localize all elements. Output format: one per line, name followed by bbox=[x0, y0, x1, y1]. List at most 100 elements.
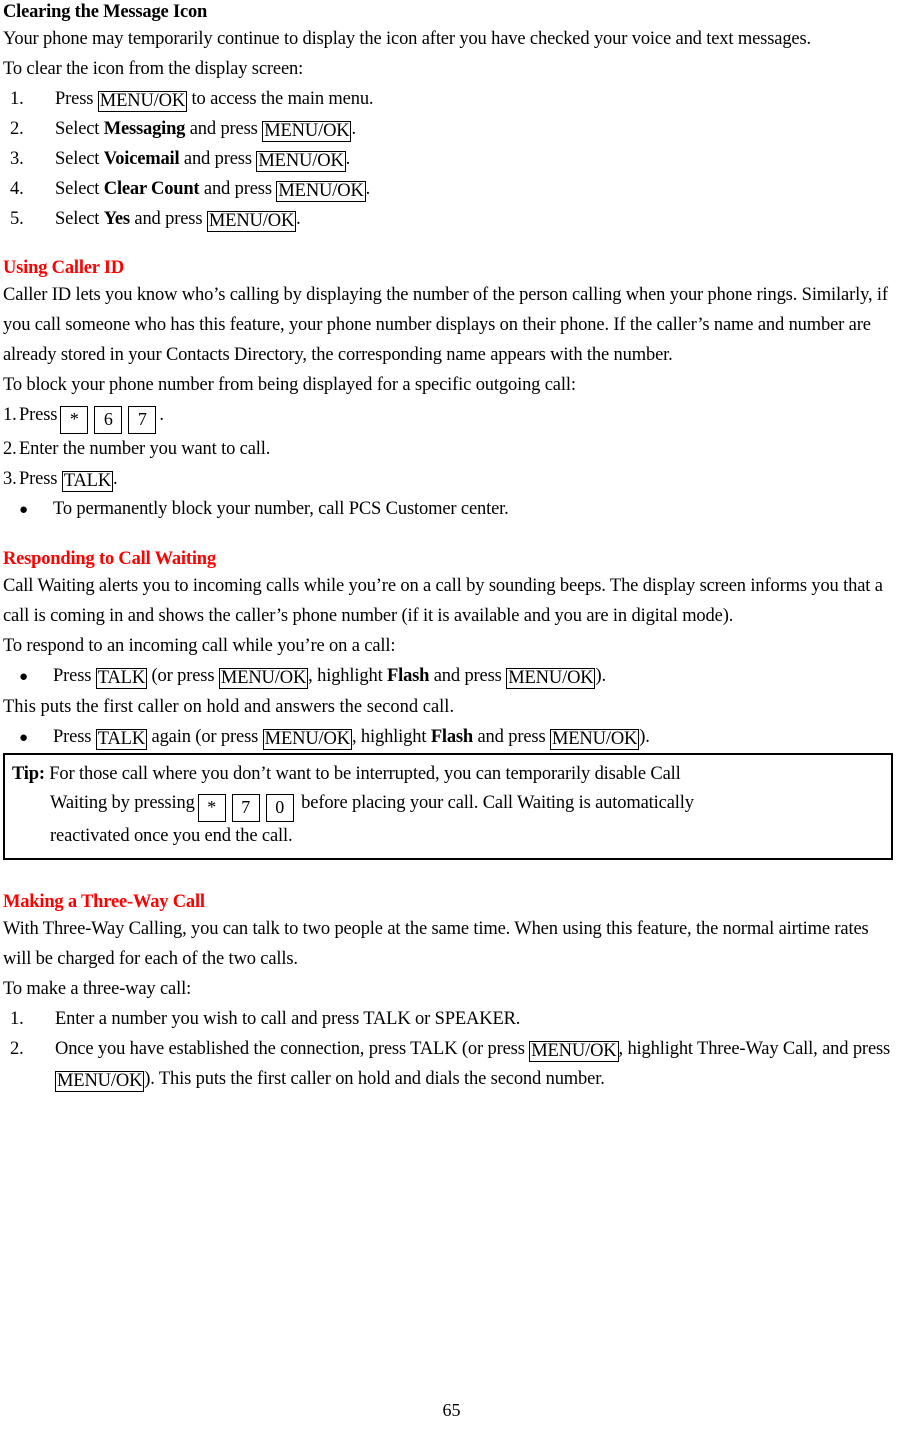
bullet-text-p1: Press bbox=[53, 666, 96, 686]
key-menu-ok[interactable]: MENU/OK bbox=[262, 729, 352, 750]
step-text-pre: Select bbox=[55, 149, 104, 169]
paragraph-hold-first-caller: This puts the first caller on hold and a… bbox=[3, 697, 455, 717]
menu-option-yes: Yes bbox=[103, 209, 130, 229]
keypad-key-6[interactable]: 6 bbox=[94, 406, 123, 434]
list-item-text: Select Yes and press MENU/OK. bbox=[55, 204, 893, 234]
step-text-mid: and press bbox=[129, 209, 207, 229]
bullet-text: Press TALK (or press MENU/OK, highlight … bbox=[53, 661, 893, 691]
keypad-key-0[interactable]: 0 bbox=[265, 794, 294, 822]
list-marker: 1. bbox=[10, 1009, 24, 1029]
key-talk[interactable]: TALK bbox=[95, 668, 148, 689]
menu-option-voicemail: Voicemail bbox=[103, 149, 180, 169]
keypad-key-7[interactable]: 7 bbox=[231, 794, 260, 822]
step-text-p1: Once you have established the connection… bbox=[55, 1039, 530, 1059]
step-text-mid: and press bbox=[179, 149, 257, 169]
key-menu-ok[interactable]: MENU/OK bbox=[549, 729, 640, 750]
page-content: Clearing the Message Icon Your phone may… bbox=[3, 0, 893, 1094]
heading-responding-to-call-waiting: Responding to Call Waiting bbox=[3, 549, 216, 569]
key-menu-ok[interactable]: MENU/OK bbox=[256, 151, 346, 172]
step-text-pre: Select bbox=[55, 119, 104, 139]
tip-callout-box: Tip: For those call where you don’t want… bbox=[3, 753, 893, 860]
tip-label: Tip: bbox=[12, 764, 45, 784]
bullet-icon: ● bbox=[19, 502, 28, 518]
list-item-text: Select Messaging and press MENU/OK. bbox=[55, 114, 893, 144]
step-text-pre: Press bbox=[55, 89, 98, 109]
list-item-text: Press MENU/OK to access the main menu. bbox=[55, 84, 893, 114]
list-item-clearing-3: 3. Select Voicemail and press MENU/OK. bbox=[3, 144, 893, 174]
step-text-p3: ). This puts the first caller on hold an… bbox=[144, 1069, 605, 1089]
heading-clearing-message-icon: Clearing the Message Icon bbox=[3, 2, 208, 22]
key-menu-ok[interactable]: MENU/OK bbox=[55, 1071, 145, 1092]
step-text-post: . bbox=[351, 119, 356, 139]
bullet-item-switch-back: ● Press TALK again (or press MENU/OK, hi… bbox=[3, 722, 893, 753]
key-talk[interactable]: TALK bbox=[95, 729, 148, 750]
list-marker: 3. bbox=[10, 149, 24, 169]
paragraph-call-waiting-intro: Call Waiting alerts you to incoming call… bbox=[3, 576, 883, 626]
keypad-key-7[interactable]: 7 bbox=[128, 406, 157, 434]
list-item-text: Select Voicemail and press MENU/OK. bbox=[55, 144, 893, 174]
list-item-text: Select Clear Count and press MENU/OK. bbox=[55, 174, 893, 204]
menu-option-flash: Flash bbox=[430, 727, 474, 747]
menu-option-messaging: Messaging bbox=[103, 119, 186, 139]
paragraph-caller-id-intro: Caller ID lets you know who’s calling by… bbox=[3, 285, 888, 365]
step-text-mid: and press bbox=[199, 179, 277, 199]
document-page: Clearing the Message Icon Your phone may… bbox=[0, 0, 903, 1430]
list-marker: 2. bbox=[10, 119, 24, 139]
list-marker: 1. bbox=[10, 89, 24, 109]
step-text-p2: , highlight Three-Way Call, and press bbox=[618, 1039, 891, 1059]
step-text-post: . bbox=[345, 149, 351, 169]
list-marker: 3. bbox=[3, 469, 17, 489]
paragraph-call-waiting-lead-in: To respond to an incoming call while you… bbox=[3, 636, 396, 656]
key-menu-ok[interactable]: MENU/OK bbox=[206, 211, 297, 232]
key-menu-ok[interactable]: MENU/OK bbox=[506, 668, 596, 689]
list-marker: 4. bbox=[10, 179, 24, 199]
bullet-text-p3: , highlight bbox=[308, 666, 388, 686]
list-item-text: Once you have established the connection… bbox=[55, 1034, 893, 1094]
list-marker: 5. bbox=[10, 209, 24, 229]
key-menu-ok[interactable]: MENU/OK bbox=[97, 91, 188, 112]
list-item-text: Press TALK. bbox=[19, 464, 893, 494]
step-text-post: . bbox=[159, 405, 164, 425]
paragraph-clearing-lead-in: To clear the icon from the display scree… bbox=[3, 59, 304, 79]
paragraph-clearing-intro: Your phone may temporarily continue to d… bbox=[3, 29, 812, 49]
menu-option-clear-count: Clear Count bbox=[103, 179, 200, 199]
bullet-text: To permanently block your number, call P… bbox=[53, 499, 509, 519]
list-marker: 2. bbox=[3, 439, 17, 459]
key-talk[interactable]: TALK bbox=[61, 471, 114, 492]
heading-making-three-way-call: Making a Three-Way Call bbox=[3, 892, 205, 912]
list-item-clearing-5: 5. Select Yes and press MENU/OK. bbox=[3, 204, 893, 234]
list-item-clearing-1: 1. Press MENU/OK to access the main menu… bbox=[3, 84, 893, 114]
tip-text-2-pre: Waiting by pressing bbox=[50, 793, 195, 813]
step-text-pre: Press bbox=[19, 405, 58, 425]
key-menu-ok[interactable]: MENU/OK bbox=[218, 668, 309, 689]
bullet-icon: ● bbox=[19, 669, 28, 685]
step-text-mid: and press bbox=[185, 119, 263, 139]
step-text-pre: Select bbox=[55, 209, 104, 229]
keypad-key-star[interactable]: * bbox=[60, 406, 89, 434]
key-menu-ok[interactable]: MENU/OK bbox=[276, 181, 366, 202]
menu-option-flash: Flash bbox=[387, 666, 430, 686]
tip-line-1: Tip: For those call where you don’t want… bbox=[12, 760, 886, 789]
key-menu-ok[interactable]: MENU/OK bbox=[262, 121, 352, 142]
paragraph-three-way-lead-in: To make a three-way call: bbox=[3, 979, 192, 999]
bullet-text-p5: ). bbox=[595, 666, 606, 686]
list-item-clearing-2: 2. Select Messaging and press MENU/OK. bbox=[3, 114, 893, 144]
step-text-pre: Press bbox=[19, 469, 62, 489]
key-menu-ok[interactable]: MENU/OK bbox=[529, 1041, 619, 1062]
paragraph-caller-id-lead-in: To block your phone number from being di… bbox=[3, 375, 576, 395]
bullet-text-p4: and press bbox=[429, 666, 507, 686]
keypad-key-star[interactable]: * bbox=[197, 794, 226, 822]
step-text-post: . bbox=[365, 179, 371, 199]
step-text-post: to access the main menu. bbox=[187, 89, 374, 109]
list-marker: 2. bbox=[10, 1039, 24, 1059]
bullet-text-p2: (or press bbox=[147, 666, 219, 686]
step-text-post: . bbox=[296, 209, 301, 229]
bullet-item-answer-call: ● Press TALK (or press MENU/OK, highligh… bbox=[3, 661, 893, 692]
list-item-threeway-2: 2. Once you have established the connect… bbox=[3, 1034, 893, 1094]
bullet-text-p4: and press bbox=[473, 727, 550, 747]
step-text-pre: Select bbox=[55, 179, 104, 199]
bullet-text-p3: , highlight bbox=[351, 727, 431, 747]
